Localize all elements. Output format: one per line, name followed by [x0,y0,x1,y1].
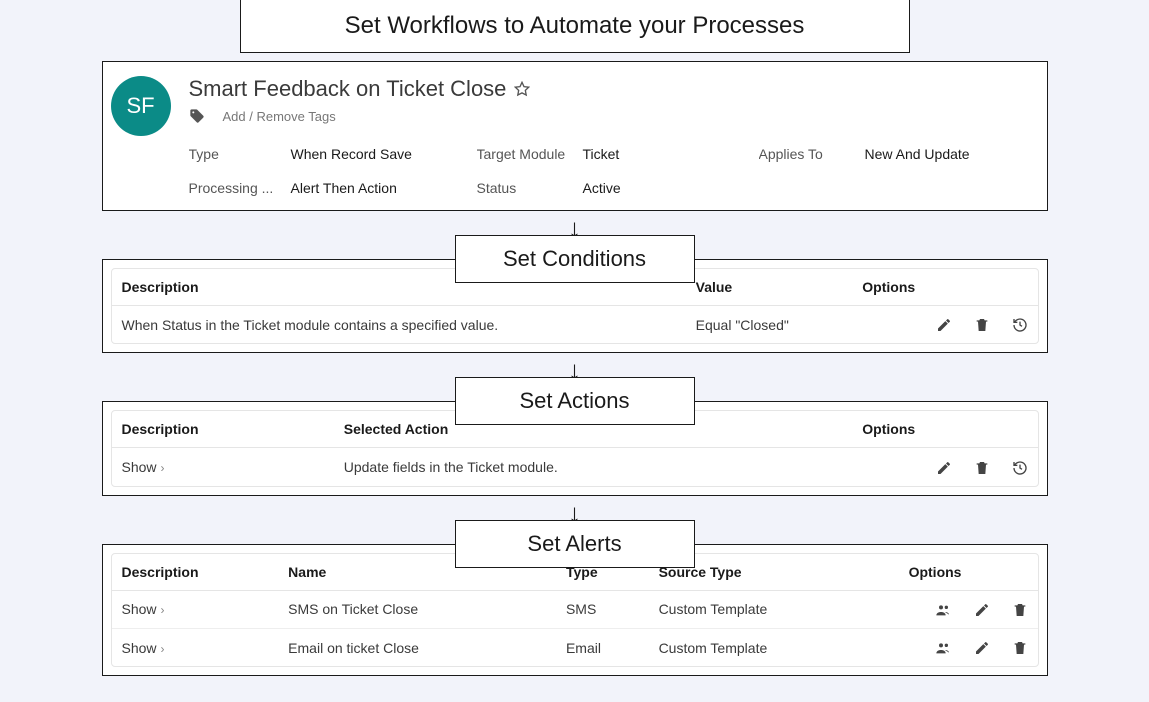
table-row: When Status in the Ticket module contain… [112,306,1038,344]
show-toggle[interactable]: Show › [122,459,165,475]
field-label-status: Status [477,180,577,196]
alert-source-type: Custom Template [649,590,899,628]
users-icon[interactable] [934,602,952,618]
condition-value: Equal "Closed" [686,306,853,344]
history-icon[interactable] [1012,460,1028,476]
workflow-title: Smart Feedback on Ticket Close [189,76,507,102]
chevron-right-icon: › [161,642,165,656]
section-title-conditions: Set Conditions [455,235,695,283]
history-icon[interactable] [1012,317,1028,333]
table-row: Show › SMS on Ticket Close SMS Custom Tem… [112,590,1038,628]
field-label-target-module: Target Module [477,146,577,162]
section-title-actions: Set Actions [455,377,695,425]
users-icon[interactable] [934,640,952,656]
condition-description: When Status in the Ticket module contain… [112,306,686,344]
delete-icon[interactable] [974,317,990,333]
edit-icon[interactable] [936,460,952,476]
actions-header-options: Options [852,411,1037,448]
section-title-actions-text: Set Actions [519,388,629,413]
field-value-applies-to: New And Update [865,146,1005,162]
show-toggle[interactable]: Show › [122,601,165,617]
tag-icon [189,108,205,124]
avatar: SF [111,76,171,136]
field-label-applies-to: Applies To [759,146,859,162]
alerts-header-description: Description [112,554,279,591]
conditions-header-options: Options [852,269,1037,306]
show-label: Show [122,459,157,475]
page-title-text: Set Workflows to Automate your Processes [345,12,805,39]
section-title-alerts: Set Alerts [455,520,695,568]
field-value-target-module: Ticket [583,146,753,162]
edit-icon[interactable] [974,640,990,656]
alert-name: Email on ticket Close [278,628,556,666]
page-title: Set Workflows to Automate your Processes [240,0,910,53]
field-value-processing: Alert Then Action [291,180,471,196]
alert-name: SMS on Ticket Close [278,590,556,628]
alert-type: SMS [556,590,649,628]
action-selected: Update fields in the Ticket module. [334,448,853,486]
field-value-type: When Record Save [291,146,471,162]
show-label: Show [122,640,157,656]
show-label: Show [122,601,157,617]
alert-type: Email [556,628,649,666]
delete-icon[interactable] [974,460,990,476]
edit-icon[interactable] [936,317,952,333]
actions-header-description: Description [112,411,334,448]
delete-icon[interactable] [1012,602,1028,618]
section-title-alerts-text: Set Alerts [527,531,621,556]
delete-icon[interactable] [1012,640,1028,656]
chevron-right-icon: › [161,461,165,475]
alerts-header-options: Options [899,554,1038,591]
section-title-conditions-text: Set Conditions [503,246,646,271]
star-icon[interactable] [514,81,530,97]
field-label-type: Type [189,146,285,162]
table-row: Show › Email on ticket Close Email Custom… [112,628,1038,666]
table-row: Show › Update fields in the Ticket module… [112,448,1038,486]
workflow-summary-card: SF Smart Feedback on Ticket Close Add / … [102,61,1048,211]
show-toggle[interactable]: Show › [122,640,165,656]
add-remove-tags-link[interactable]: Add / Remove Tags [223,109,336,124]
edit-icon[interactable] [974,602,990,618]
chevron-right-icon: › [161,603,165,617]
field-value-status: Active [583,180,753,196]
field-label-processing: Processing ... [189,180,285,196]
avatar-initials: SF [126,93,154,119]
conditions-header-value: Value [686,269,853,306]
alert-source-type: Custom Template [649,628,899,666]
